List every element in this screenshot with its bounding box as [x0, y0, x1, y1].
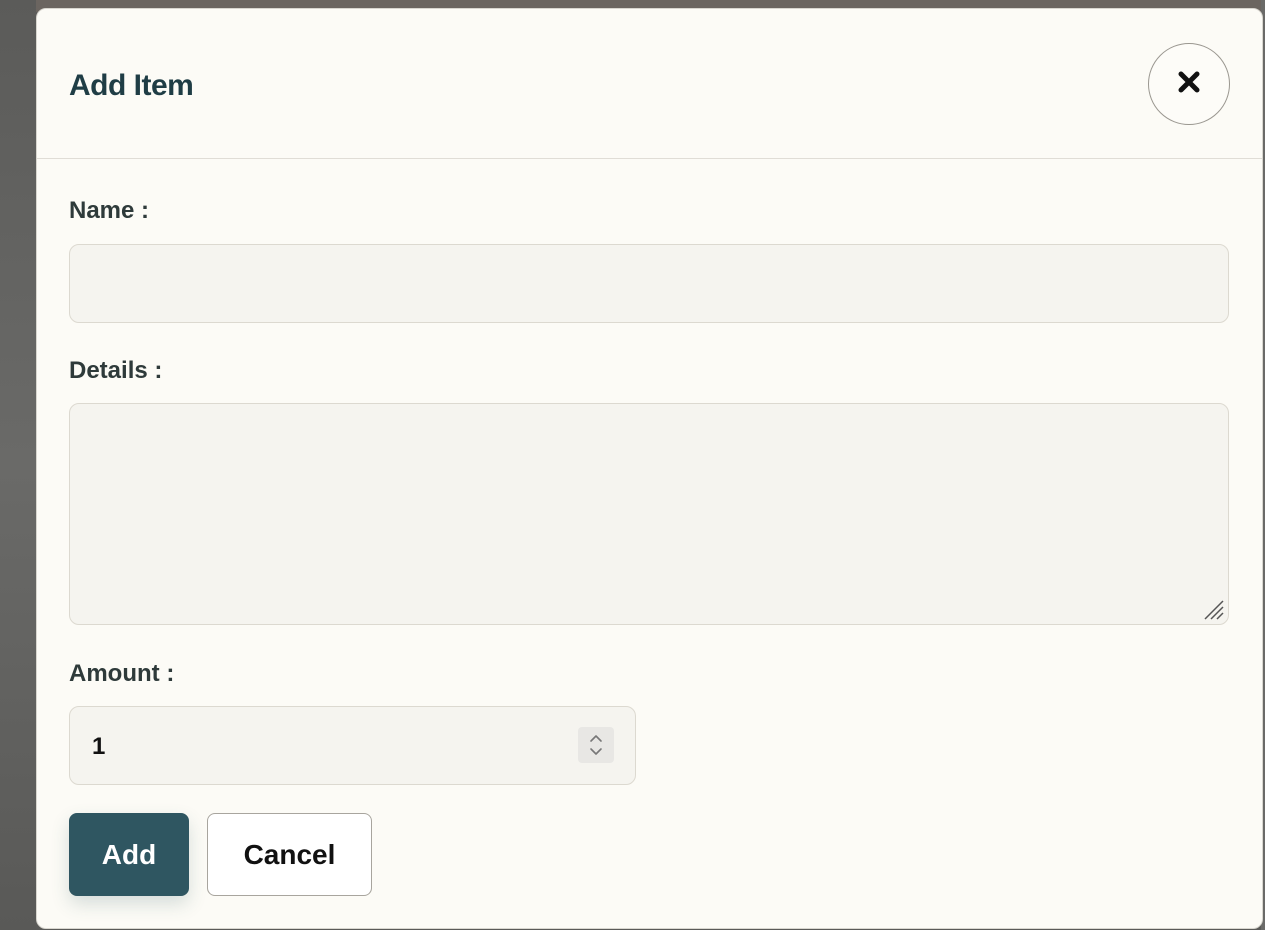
name-input[interactable] [69, 244, 1229, 323]
amount-label: Amount : [69, 660, 175, 687]
resize-grip-icon[interactable] [1201, 597, 1225, 621]
amount-stepper[interactable] [578, 727, 614, 763]
details-label: Details : [69, 357, 163, 384]
details-textarea[interactable] [69, 403, 1229, 625]
amount-input[interactable]: 1 [69, 706, 636, 785]
close-button[interactable] [1148, 43, 1230, 125]
name-label: Name : [69, 197, 150, 224]
backdrop-left [0, 0, 36, 930]
chevron-up-down-icon [588, 732, 604, 758]
add-button[interactable]: Add [69, 813, 189, 896]
add-item-modal: Add Item Name : Details : Amount : 1 Add… [36, 8, 1263, 929]
modal-title: Add Item [69, 69, 194, 102]
cancel-button[interactable]: Cancel [207, 813, 372, 896]
close-icon [1178, 71, 1200, 98]
modal-header: Add Item [37, 9, 1262, 159]
amount-value: 1 [92, 733, 106, 760]
